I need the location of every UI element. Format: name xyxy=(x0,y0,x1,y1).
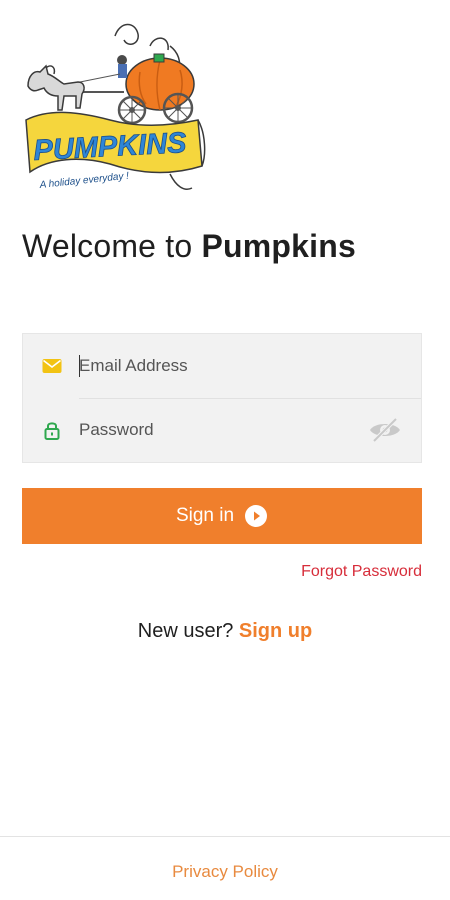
eye-off-icon xyxy=(370,417,400,443)
password-visibility-toggle[interactable] xyxy=(367,415,403,445)
text-cursor xyxy=(79,355,80,377)
welcome-prefix: Welcome to xyxy=(22,228,202,264)
pumpkins-logo: PUMPKINS A holiday everyday ! xyxy=(20,16,210,196)
password-field-row xyxy=(23,398,421,462)
login-form xyxy=(22,333,422,463)
welcome-brand: Pumpkins xyxy=(201,228,356,264)
forgot-password-link[interactable]: Forgot Password xyxy=(301,563,422,581)
email-field-row xyxy=(23,334,421,398)
privacy-policy-link[interactable]: Privacy Policy xyxy=(0,862,450,882)
welcome-heading: Welcome to Pumpkins xyxy=(22,228,356,265)
signin-label: Sign in xyxy=(175,505,235,526)
mail-icon xyxy=(41,355,63,377)
new-user-text: New user? xyxy=(137,620,239,642)
password-input[interactable] xyxy=(79,410,371,450)
signup-link[interactable]: Sign up xyxy=(239,620,312,642)
signin-button[interactable]: Sign in xyxy=(22,488,422,544)
signup-prompt: New user? Sign up xyxy=(0,620,450,643)
logo-illustration: PUMPKINS A holiday everyday ! xyxy=(25,23,206,191)
lock-icon xyxy=(41,419,63,441)
play-circle-icon xyxy=(244,504,268,528)
logo-tagline: A holiday everyday ! xyxy=(38,171,130,191)
footer-divider xyxy=(0,836,450,837)
email-input[interactable] xyxy=(79,346,371,386)
